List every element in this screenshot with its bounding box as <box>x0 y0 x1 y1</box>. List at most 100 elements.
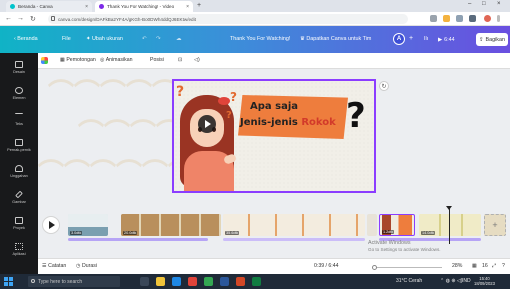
question-mark-decoration: ? <box>230 90 237 104</box>
edge-icon[interactable] <box>172 277 181 286</box>
fullscreen-icon[interactable]: ⤢ <box>492 263 496 270</box>
app-icon[interactable] <box>188 277 197 286</box>
timeline-playhead[interactable] <box>446 206 452 244</box>
folder-icon <box>15 216 23 224</box>
page-count[interactable]: 16 <box>482 263 488 269</box>
big-question-mark[interactable]: ? <box>346 99 366 133</box>
browser-tab-video[interactable]: Thank You For Watching! - Video × <box>95 1 193 12</box>
back-icon[interactable]: ← <box>5 15 12 22</box>
new-tab-button[interactable]: + <box>197 2 201 9</box>
slide-title-line2[interactable]: Jenis-jenis Rokok <box>240 117 336 128</box>
brand-icon <box>15 138 23 146</box>
resize-label: Ubah ukuran <box>92 36 123 42</box>
audio-track[interactable] <box>68 238 208 241</box>
slide-canvas[interactable]: ? ? ? Apa saja Jenis-jenis Rokok ? <box>172 79 376 193</box>
word-icon[interactable] <box>220 277 229 286</box>
page-grid-icon[interactable]: ▦ <box>472 263 477 269</box>
close-window-button[interactable]: × <box>497 1 501 7</box>
home-button[interactable]: ‹ Beranda <box>14 36 38 42</box>
chrome-icon[interactable] <box>204 277 213 286</box>
video-play-icon[interactable] <box>198 115 216 133</box>
forward-icon[interactable]: → <box>17 15 24 22</box>
transition-button[interactable]: ▦ Pemotongan <box>60 57 96 63</box>
audio-track[interactable] <box>223 238 365 241</box>
rail-item-brand[interactable]: Pernak-pernik <box>0 135 38 155</box>
timeline-clip[interactable]: 14.0dtk <box>419 214 481 236</box>
notes-button[interactable]: ☰ Catatan <box>42 263 66 269</box>
share-label: Bagikan <box>485 36 505 43</box>
excel-icon[interactable] <box>252 277 261 286</box>
avatar[interactable]: A <box>393 33 405 45</box>
rail-item-draw[interactable]: Gambar <box>0 187 38 207</box>
taskbar-clock[interactable]: 15:40 18/09/2023 <box>474 276 495 286</box>
weather-widget[interactable]: 31°C Cerah <box>396 278 422 284</box>
minimize-button[interactable]: – <box>468 1 471 7</box>
timeline-clip-selected[interactable]: 1.2dtk <box>379 214 415 236</box>
bookmark-icon[interactable] <box>443 15 450 22</box>
zoom-slider-knob[interactable] <box>372 265 377 270</box>
share-button[interactable]: ⇪ Bagikan <box>476 33 508 46</box>
pen-icon <box>15 190 23 198</box>
redo-icon[interactable]: ↷ <box>156 36 161 42</box>
browser-tab-home[interactable]: Beranda - Canva × <box>6 1 92 12</box>
lock-icon <box>51 16 55 21</box>
rail-label: Gambar <box>12 199 26 204</box>
position-button[interactable]: Posisi <box>150 57 164 63</box>
zoom-level[interactable]: 28% <box>452 263 462 269</box>
rail-item-apps[interactable]: Aplikasi <box>0 239 38 259</box>
timer-button[interactable]: ◷ Durasi <box>76 263 97 269</box>
maximize-button[interactable]: □ <box>482 1 486 7</box>
rail-label: Proyek <box>13 225 25 230</box>
timeline-clip[interactable]: 35.6dtk <box>223 214 365 236</box>
undo-icon[interactable]: ↶ <box>142 36 147 42</box>
close-icon[interactable]: × <box>186 4 189 10</box>
insights-icon[interactable]: Ilı <box>424 36 428 42</box>
rail-label: Desain <box>13 69 25 74</box>
taskbar-search-input[interactable]: Type here to search <box>28 276 120 287</box>
timeline-clip[interactable] <box>367 214 377 236</box>
timeline-play-button[interactable] <box>42 216 60 234</box>
help-icon[interactable]: ? <box>502 263 505 269</box>
upgrade-team-button[interactable]: ♛ Dapatkan Canva untuk Tim <box>300 36 371 42</box>
file-menu[interactable]: File <box>62 36 71 42</box>
rail-item-uploads[interactable]: Unggahan <box>0 161 38 181</box>
address-bar[interactable]: canva.com/design/DAFkBa2YF4A/gKGh-Bo0DWh… <box>48 14 408 24</box>
title-highlight: Rokok <box>301 117 336 128</box>
more-menu-icon[interactable] <box>497 15 500 22</box>
lock-icon[interactable]: ⊡ <box>178 57 182 63</box>
timeline-clip[interactable]: 20.0dtk <box>121 214 221 236</box>
zoom-slider[interactable] <box>372 265 442 270</box>
extensions-icon[interactable] <box>456 15 463 22</box>
powerpoint-icon[interactable] <box>236 277 245 286</box>
resize-button[interactable]: ✦ Ubah ukuran <box>86 36 123 42</box>
sidepanel-icon[interactable] <box>469 15 476 22</box>
rail-item-elements[interactable]: Elemen <box>0 83 38 103</box>
close-icon[interactable]: × <box>85 4 88 10</box>
windows-start-icon[interactable] <box>4 277 13 286</box>
document-title[interactable]: Thank You For Watching! <box>230 36 290 42</box>
file-explorer-icon[interactable] <box>156 277 165 286</box>
reload-icon[interactable]: ↻ <box>30 15 36 23</box>
profile-icon[interactable] <box>484 15 491 22</box>
tab-title: Thank You For Watching! - Video <box>107 4 175 9</box>
add-page-button[interactable]: + <box>484 214 506 236</box>
timeline-clip[interactable]: 3.0dtk <box>68 214 108 236</box>
animate-button[interactable]: ◎ Animasikan <box>100 57 133 63</box>
rail-item-design[interactable]: Desain <box>0 57 38 77</box>
slide-title-line1[interactable]: Apa saja <box>250 101 298 112</box>
language-indicator[interactable]: IND <box>462 278 471 284</box>
upgrade-label: Dapatkan Canva untuk Tim <box>306 36 372 42</box>
task-view-icon[interactable] <box>140 277 149 286</box>
share-page-icon[interactable] <box>430 15 437 22</box>
rail-item-projects[interactable]: Proyek <box>0 213 38 233</box>
tray-icons[interactable]: ⌃ ◍ ⊕ ◁) <box>440 278 462 284</box>
present-button[interactable]: ▶ 6:44 <box>438 34 472 45</box>
volume-icon[interactable]: ◁) <box>194 57 200 63</box>
color-picker-icon[interactable] <box>41 57 48 64</box>
clock-date: 18/09/2023 <box>474 281 495 286</box>
rotate-refresh-icon[interactable]: ↻ <box>379 81 389 91</box>
clip-duration: 35.6dtk <box>225 231 240 235</box>
invite-button[interactable]: + <box>409 35 413 42</box>
clip-thumbnail <box>223 214 365 236</box>
rail-item-text[interactable]: Teks <box>0 109 38 129</box>
